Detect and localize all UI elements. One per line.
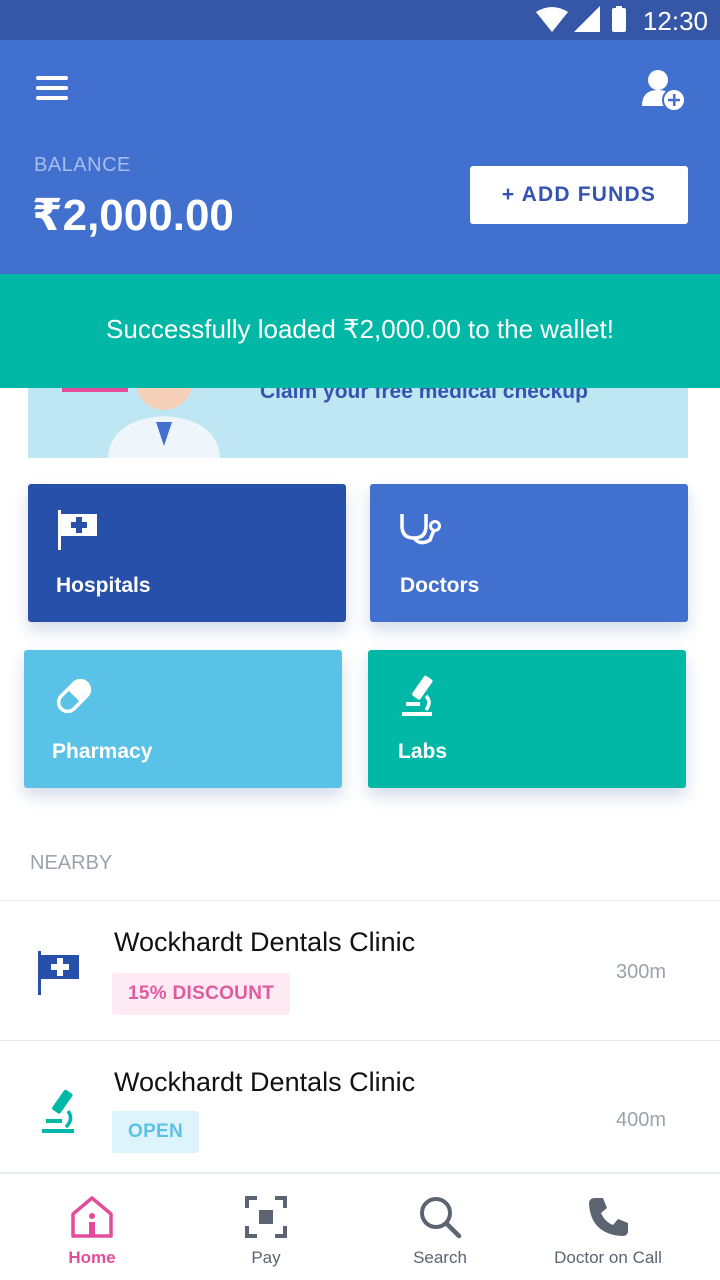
list-item[interactable]: Wockhardt Dentals Clinic OPEN 400m	[0, 1040, 720, 1180]
open-badge: OPEN	[112, 1111, 200, 1153]
tile-hospitals[interactable]: Hospitals	[28, 484, 346, 622]
clinic-distance: 300m	[615, 961, 666, 983]
nav-label: Doctor on Call	[554, 1248, 662, 1267]
search-icon	[420, 1197, 462, 1239]
nearby-heading: NEARBY	[30, 852, 113, 874]
tile-label: Pharmacy	[52, 740, 153, 763]
phone-icon	[589, 1198, 628, 1236]
battery-icon	[612, 8, 626, 32]
tile-labs[interactable]: Labs	[368, 650, 686, 788]
tile-doctors[interactable]: Doctors	[370, 484, 688, 622]
signal-icon	[574, 6, 600, 32]
nav-label: Home	[68, 1248, 116, 1267]
pill-icon	[56, 678, 92, 714]
tile-pharmacy[interactable]: Pharmacy	[24, 650, 342, 788]
microscope-icon	[42, 1089, 74, 1133]
nav-home[interactable]: Home	[42, 1174, 142, 1280]
balance-value: ₹2,000.00	[32, 191, 234, 240]
discount-badge: 15% DISCOUNT	[112, 973, 291, 1015]
tile-label: Labs	[398, 740, 448, 763]
stethoscope-icon	[400, 514, 441, 545]
nav-search[interactable]: Search	[390, 1174, 490, 1280]
nav-pay[interactable]: Pay	[216, 1174, 316, 1280]
nav-doctor-on-call[interactable]: Doctor on Call	[540, 1174, 676, 1280]
status-icons	[536, 6, 626, 32]
nav-label: Search	[413, 1248, 467, 1267]
home-icon	[71, 1196, 113, 1238]
list-item[interactable]: Wockhardt Dentals Clinic 15% DISCOUNT 30…	[0, 900, 720, 1040]
balance-label: BALANCE	[34, 154, 131, 176]
hospital-flag-icon	[58, 510, 97, 550]
menu-button[interactable]	[36, 76, 68, 102]
success-toast: Successfully loaded ₹2,000.00 to the wal…	[0, 274, 720, 388]
add-funds-button[interactable]: + ADD FUNDS	[470, 166, 688, 224]
menu-icon	[36, 76, 68, 80]
add-user-icon[interactable]	[640, 66, 690, 114]
hospital-flag-icon	[38, 951, 79, 995]
bottom-nav: Home Pay Search Doctor on Call	[0, 1172, 720, 1280]
clinic-name: Wockhardt Dentals Clinic	[114, 1067, 416, 1097]
status-bar: 12:30	[0, 0, 720, 40]
clinic-distance: 400m	[615, 1109, 666, 1131]
nav-label: Pay	[251, 1248, 281, 1267]
wifi-icon	[536, 7, 568, 32]
clinic-name: Wockhardt Dentals Clinic	[114, 927, 416, 957]
scan-icon	[245, 1196, 287, 1238]
tile-label: Doctors	[400, 574, 480, 597]
wallet-header: BALANCE ₹2,000.00 + ADD FUNDS	[0, 40, 720, 274]
status-time: 12:30	[642, 6, 708, 36]
tile-label: Hospitals	[56, 574, 151, 597]
microscope-icon	[402, 675, 433, 716]
